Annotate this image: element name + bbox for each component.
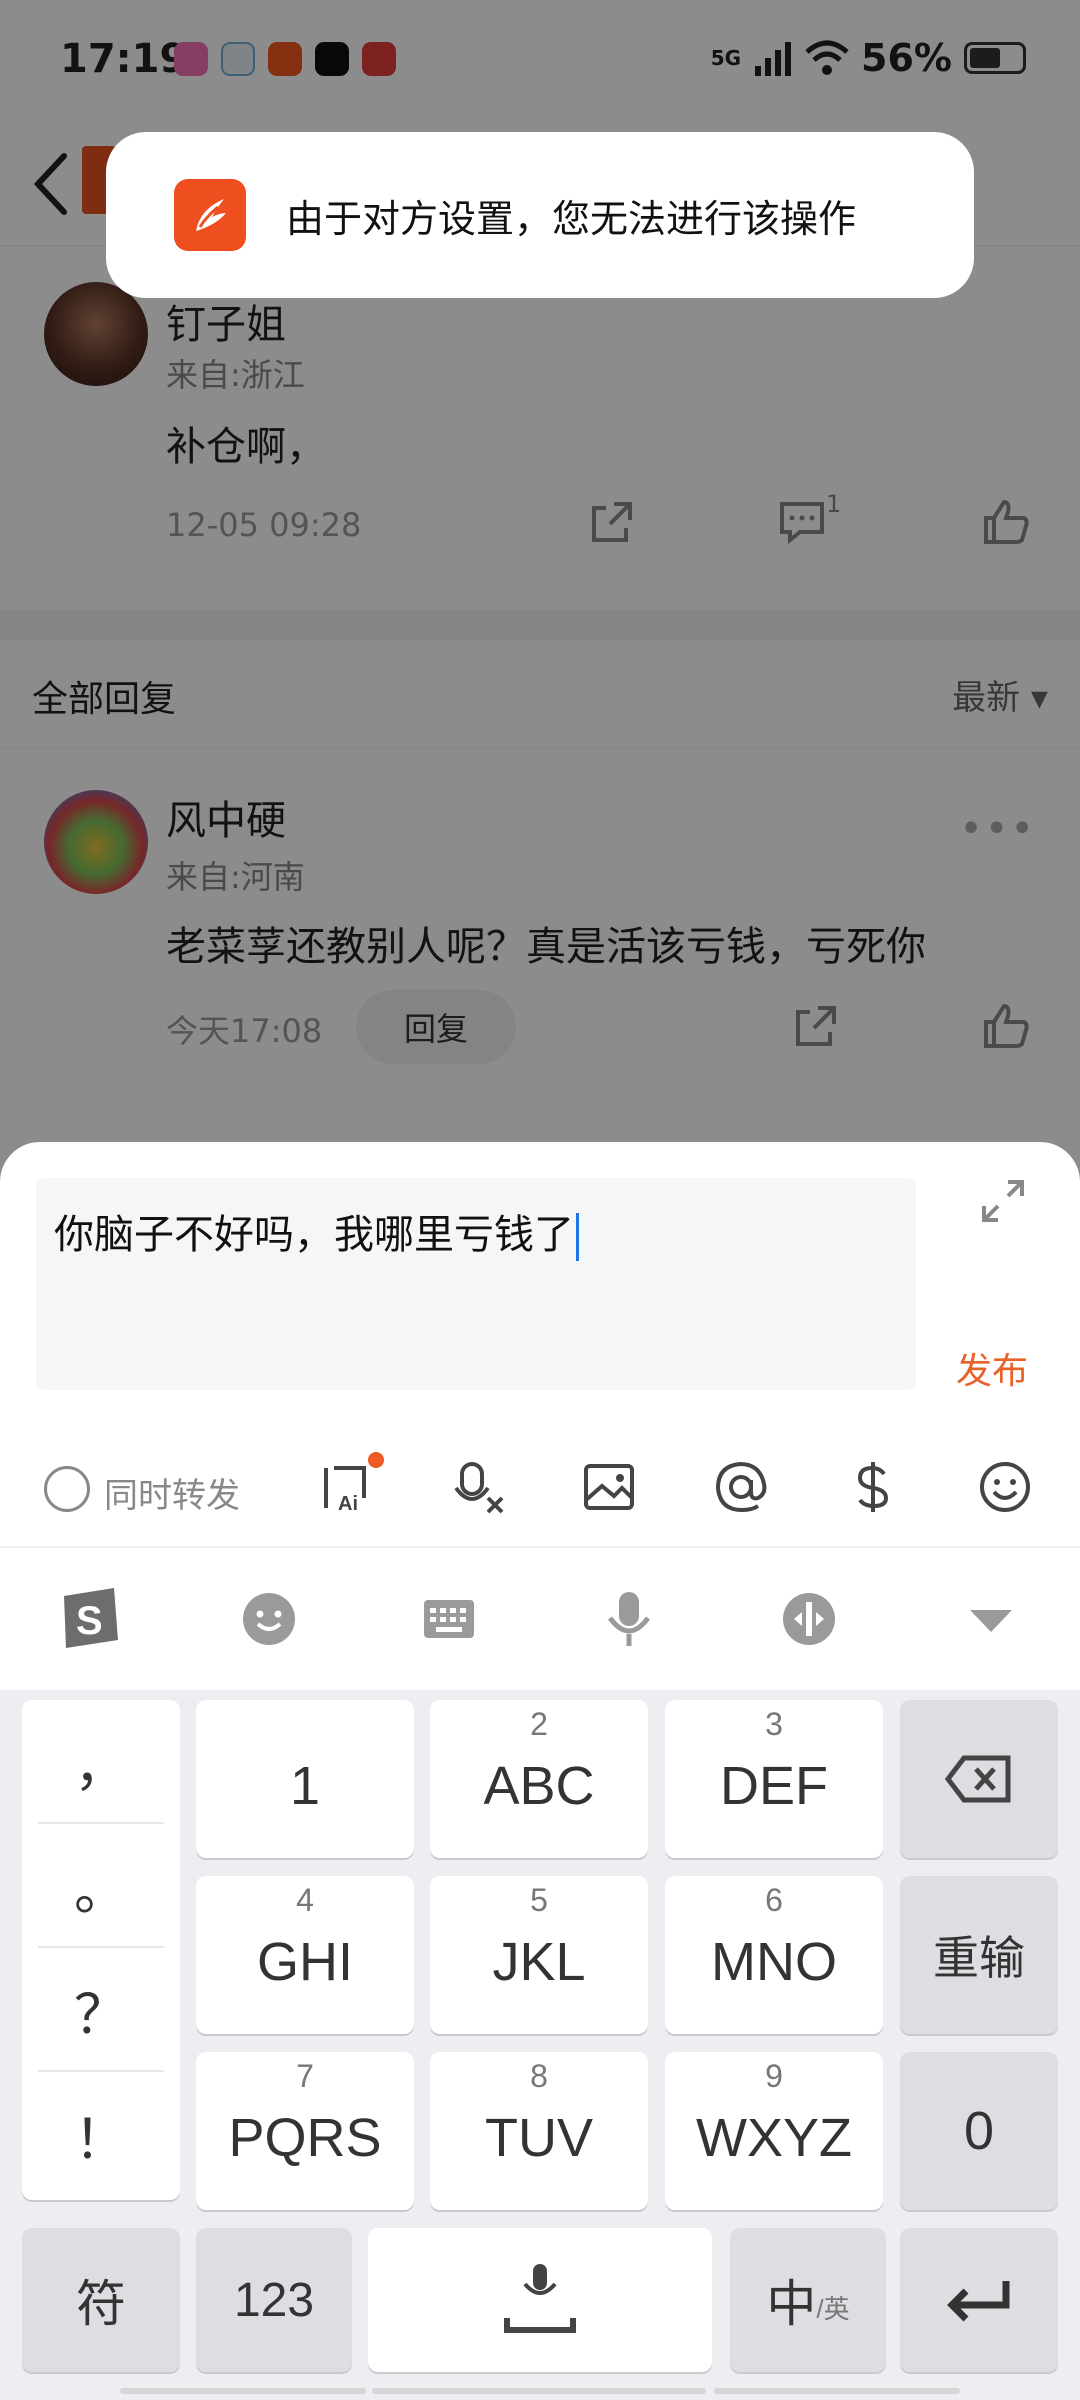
punct-exclaim-key[interactable]: ！ [38, 2072, 164, 2196]
cursor-control-icon[interactable] [776, 1586, 842, 1652]
reply-composer: 你脑子不好吗，我哪里亏钱了 发布 同时转发 Ai [0, 1142, 1080, 1548]
key-label: WXYZ [696, 2108, 852, 2168]
toast-notification: 由于对方设置，您无法进行该操作 [106, 132, 974, 298]
key-8-tuv[interactable]: 8 TUV [430, 2052, 648, 2210]
reset-key[interactable]: 重输 [900, 1876, 1058, 2034]
stock-dollar-icon[interactable] [844, 1458, 902, 1516]
ime-toolbar: S [0, 1548, 1080, 1690]
lang-sub-label: /英 [816, 2293, 850, 2324]
numbers-key[interactable]: 123 [196, 2228, 352, 2372]
key-3-def[interactable]: 3 DEF [665, 1700, 883, 1858]
key-7-pqrs[interactable]: 7 PQRS [196, 2052, 414, 2210]
mention-icon[interactable] [712, 1458, 770, 1516]
key-label: 0 [963, 2101, 995, 2161]
ai-assist-icon[interactable]: Ai [318, 1458, 376, 1516]
punctuation-column: ， 。 ？ ！ [22, 1700, 180, 2200]
key-label: JKL [492, 1932, 586, 1992]
lang-main-label: 中 [766, 2276, 817, 2332]
key-1[interactable]: 1 [196, 1700, 414, 1858]
toast-message: 由于对方设置，您无法进行该操作 [286, 196, 857, 241]
repost-label[interactable]: 同时转发 [104, 1468, 240, 1517]
space-key[interactable] [368, 2228, 712, 2372]
publish-button[interactable]: 发布 [956, 1342, 1028, 1394]
symbols-key[interactable]: 符 [22, 2228, 180, 2372]
backspace-icon [944, 1755, 1011, 1803]
key-6-mno[interactable]: 6 MNO [665, 1876, 883, 2034]
ai-badge-dot [368, 1452, 384, 1468]
reply-input[interactable]: 你脑子不好吗，我哪里亏钱了 [36, 1178, 916, 1390]
enter-key[interactable] [900, 2228, 1058, 2372]
key-5-jkl[interactable]: 5 JKL [430, 1876, 648, 2034]
text-caret [576, 1213, 579, 1261]
key-9-wxyz[interactable]: 9 WXYZ [665, 2052, 883, 2210]
expand-icon[interactable] [980, 1178, 1026, 1224]
t9-keyboard: ， 。 ？ ！ 1 2 ABC 3 DEF 4 GHI 5 JKL 6 MNO 重输 7P… [0, 1690, 1080, 2400]
language-switch-key[interactable]: 中/英 [730, 2228, 886, 2372]
space-voice-icon [504, 2264, 576, 2333]
key-4-ghi[interactable]: 4 GHI [196, 1876, 414, 2034]
key-label: ABC [483, 1756, 595, 1816]
emoji-icon[interactable] [976, 1458, 1034, 1516]
reply-input-value: 你脑子不好吗，我哪里亏钱了 [54, 1212, 574, 1258]
emoji-icon[interactable] [236, 1586, 302, 1652]
app-logo-icon [174, 179, 246, 251]
composer-toolbar: 同时转发 Ai [0, 1438, 1080, 1536]
key-label: PQRS [228, 2108, 382, 2168]
punct-period-key[interactable]: 。 [38, 1824, 164, 1948]
key-label: GHI [256, 1932, 353, 1992]
image-icon[interactable] [580, 1458, 638, 1516]
key-label: 1 [289, 1756, 321, 1816]
repost-checkbox[interactable] [44, 1466, 90, 1512]
gesture-bar [372, 2388, 706, 2394]
enter-icon [947, 2281, 1010, 2322]
key-label: 123 [233, 2273, 315, 2327]
sogou-logo-icon[interactable]: S [54, 1582, 126, 1654]
voice-translate-icon[interactable] [450, 1458, 508, 1516]
punct-question-key[interactable]: ？ [38, 1948, 164, 2072]
gesture-bar [714, 2388, 960, 2394]
key-label: 重输 [933, 1932, 1025, 1984]
backspace-key[interactable] [900, 1700, 1058, 1858]
key-2-abc[interactable]: 2 ABC [430, 1700, 648, 1858]
microphone-icon[interactable] [596, 1586, 662, 1652]
svg-text:Ai: Ai [338, 1493, 358, 1515]
key-label: 符 [76, 2276, 126, 2332]
keyboard-icon[interactable] [416, 1586, 482, 1652]
gesture-bar [120, 2388, 366, 2394]
key-label: DEF [720, 1756, 828, 1816]
key-label: MNO [711, 1932, 837, 1992]
svg-text:S: S [76, 1599, 103, 1643]
key-label: TUV [485, 2108, 593, 2168]
key-0[interactable]: 0 [900, 2052, 1058, 2210]
punct-comma-key[interactable]: ， [38, 1700, 164, 1824]
collapse-keyboard-icon[interactable] [958, 1586, 1024, 1652]
